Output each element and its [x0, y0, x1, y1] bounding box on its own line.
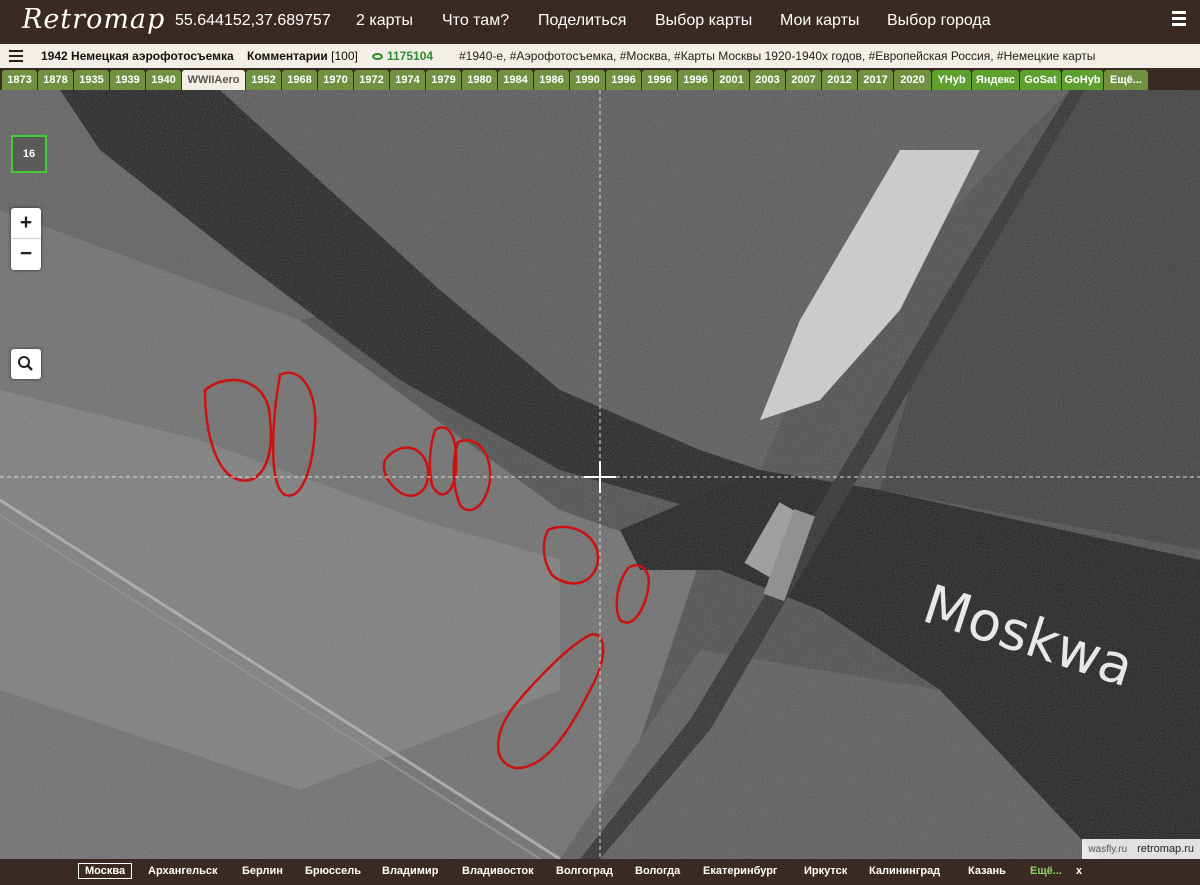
map-title: 1942 Немецкая аэрофотосъемка — [41, 49, 234, 63]
aerial-photo: Moskwa — [0, 90, 1200, 859]
year-tab-2003[interactable]: 2003 — [750, 70, 785, 90]
city-link[interactable]: Иркутск — [804, 865, 847, 877]
year-tab-gosat[interactable]: GoSat — [1020, 70, 1061, 90]
year-tab-1952[interactable]: 1952 — [246, 70, 281, 90]
city-link[interactable]: Вологда — [635, 865, 680, 877]
menu-icon[interactable] — [9, 50, 23, 62]
year-tab-2017[interactable]: 2017 — [858, 70, 893, 90]
coordinates-display[interactable]: 55.644152,37.689757 — [175, 12, 331, 30]
year-tab-1996[interactable]: 1996 — [678, 70, 713, 90]
year-tab-2012[interactable]: 2012 — [822, 70, 857, 90]
hamburger-menu-icon[interactable] — [1172, 11, 1186, 27]
year-tab-2001[interactable]: 2001 — [714, 70, 749, 90]
year-tab-ещё...[interactable]: Ещё... — [1104, 70, 1148, 90]
city-link[interactable]: Калининград — [869, 865, 940, 877]
watermark-wasfly: wasfly.ru — [1088, 844, 1128, 855]
year-tab-1939[interactable]: 1939 — [110, 70, 145, 90]
map-view[interactable]: Moskwa 16 + − wasfly.ru retromap.ru — [0, 90, 1200, 859]
year-tab-1990[interactable]: 1990 — [570, 70, 605, 90]
nav-choose-city[interactable]: Выбор города — [887, 12, 991, 30]
year-tab-yhyb[interactable]: YHyb — [932, 70, 971, 90]
year-tab-1984[interactable]: 1984 — [498, 70, 533, 90]
nav-two-maps[interactable]: 2 карты — [356, 12, 413, 30]
year-tab-1968[interactable]: 1968 — [282, 70, 317, 90]
close-icon[interactable]: x — [1076, 865, 1082, 877]
city-link[interactable]: Екатеринбург — [703, 865, 778, 877]
year-tab-1996[interactable]: 1996 — [642, 70, 677, 90]
city-link[interactable]: Москва — [78, 863, 133, 879]
year-tab-gohyb[interactable]: GoHyb — [1062, 70, 1103, 90]
year-tab-1873[interactable]: 1873 — [2, 70, 37, 90]
zoom-level-badge: 16 — [11, 135, 47, 173]
view-count-value: 1175104 — [387, 49, 434, 63]
city-link[interactable]: Берлин — [242, 865, 283, 877]
year-tab-1974[interactable]: 1974 — [390, 70, 425, 90]
city-link[interactable]: Казань — [968, 865, 1006, 877]
year-tab-1972[interactable]: 1972 — [354, 70, 389, 90]
city-link[interactable]: Ещё... — [1030, 865, 1062, 877]
city-link[interactable]: Волгоград — [556, 865, 613, 877]
zoom-control: + − — [11, 208, 41, 270]
city-link[interactable]: Владимир — [382, 865, 438, 877]
year-tabs: 1873 1878 1935 1939 1940 WWIIAero 1952 1968 1970… — [0, 68, 1200, 90]
city-link[interactable]: Владивосток — [462, 865, 534, 877]
zoom-in-button[interactable]: + — [11, 208, 41, 239]
year-tab-1979[interactable]: 1979 — [426, 70, 461, 90]
search-icon — [18, 356, 33, 371]
search-button[interactable] — [11, 349, 41, 379]
year-tab-2007[interactable]: 2007 — [786, 70, 821, 90]
tag-list[interactable]: #1940-е, #Аэрофотосъемка, #Москва, #Карт… — [459, 49, 1095, 63]
eye-icon — [372, 53, 383, 60]
year-tab-1935[interactable]: 1935 — [74, 70, 109, 90]
city-bar: Москва Архангельск Берлин Брюссель Владимир В… — [0, 859, 1200, 885]
top-navbar: Retromap 55.644152,37.689757 2 карты Что… — [0, 0, 1200, 44]
map-info-bar: 1942 Немецкая аэрофотосъемка Комментарии… — [0, 44, 1200, 68]
comments-count: [100] — [331, 49, 358, 63]
site-logo[interactable]: Retromap — [22, 4, 165, 35]
year-tab-1996[interactable]: 1996 — [606, 70, 641, 90]
city-link[interactable]: Архангельск — [148, 865, 217, 877]
watermark: wasfly.ru retromap.ru — [1082, 839, 1200, 859]
year-tab-яндекс[interactable]: Яндекс — [972, 70, 1019, 90]
year-tab-1986[interactable]: 1986 — [534, 70, 569, 90]
watermark-retromap[interactable]: retromap.ru — [1137, 843, 1194, 855]
city-link[interactable]: Брюссель — [305, 865, 361, 877]
year-tab-2020[interactable]: 2020 — [894, 70, 931, 90]
nav-whats-there[interactable]: Что там? — [442, 12, 509, 30]
year-tab-1980[interactable]: 1980 — [462, 70, 497, 90]
nav-share[interactable]: Поделиться — [538, 12, 626, 30]
view-count: 1175104 — [372, 49, 433, 63]
comments-label: Комментарии — [247, 49, 328, 63]
nav-my-maps[interactable]: Мои карты — [780, 12, 859, 30]
nav-choose-map[interactable]: Выбор карты — [655, 12, 752, 30]
year-tab-1878[interactable]: 1878 — [38, 70, 73, 90]
year-tab-1940[interactable]: 1940 — [146, 70, 181, 90]
zoom-out-button[interactable]: − — [11, 239, 41, 270]
year-tab-1970[interactable]: 1970 — [318, 70, 353, 90]
comments-link[interactable]: Комментарии [100] — [247, 49, 358, 63]
year-tab-wwiiaero[interactable]: WWIIAero — [182, 70, 245, 90]
